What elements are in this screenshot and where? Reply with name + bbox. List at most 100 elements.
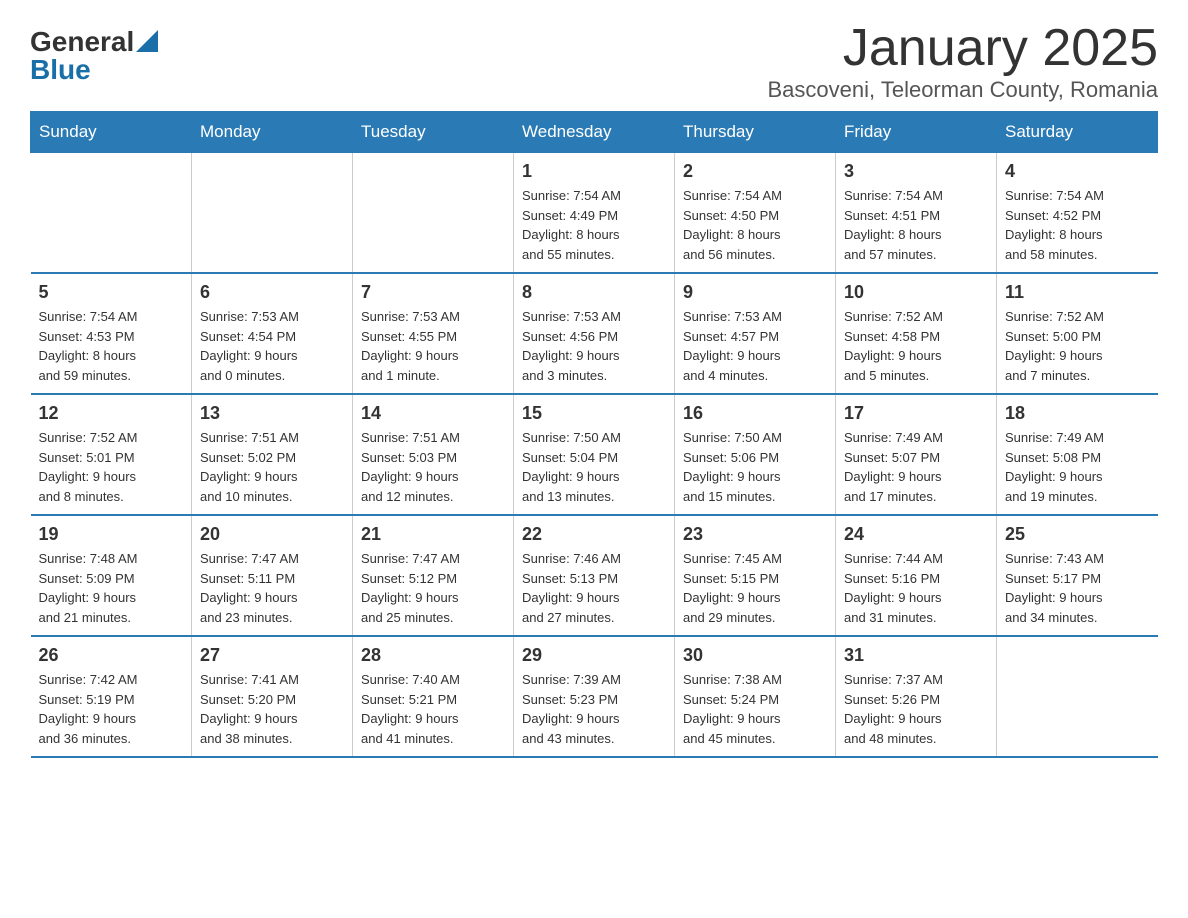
table-row: 16Sunrise: 7:50 AM Sunset: 5:06 PM Dayli… bbox=[675, 394, 836, 515]
table-row: 4 Sunrise: 7:54 AM Sunset: 4:52 PM Daylig… bbox=[997, 153, 1158, 274]
day-number: 1 bbox=[522, 161, 666, 182]
table-row: 29 Sunrise: 7:39 AM Sunset: 5:23 PM Dayli… bbox=[514, 636, 675, 757]
table-row: 5 Sunrise: 7:54 AM Sunset: 4:53 PM Daylig… bbox=[31, 273, 192, 394]
month-title: January 2025 bbox=[768, 20, 1159, 77]
table-row: 31 Sunrise: 7:37 AM Sunset: 5:26 PM Dayli… bbox=[836, 636, 997, 757]
day-number: 24 bbox=[844, 524, 988, 545]
day-info: Sunrise: 7:47 AM Sunset: 5:11 PM Dayligh… bbox=[200, 549, 344, 627]
table-row: 8 Sunrise: 7:53 AM Sunset: 4:56 PM Daylig… bbox=[514, 273, 675, 394]
table-row: 9 Sunrise: 7:53 AM Sunset: 4:57 PM Daylig… bbox=[675, 273, 836, 394]
table-row: 3 Sunrise: 7:54 AM Sunset: 4:51 PM Daylig… bbox=[836, 153, 997, 274]
day-info: Sunrise: 7:52 AM Sunset: 5:01 PM Dayligh… bbox=[39, 428, 184, 506]
table-row bbox=[31, 153, 192, 274]
day-info: Sunrise: 7:54 AM Sunset: 4:53 PM Dayligh… bbox=[39, 307, 184, 385]
day-number: 7 bbox=[361, 282, 505, 303]
day-info: Sunrise: 7:54 AM Sunset: 4:49 PM Dayligh… bbox=[522, 186, 666, 264]
table-row: 19Sunrise: 7:48 AM Sunset: 5:09 PM Dayli… bbox=[31, 515, 192, 636]
day-info: Sunrise: 7:44 AM Sunset: 5:16 PM Dayligh… bbox=[844, 549, 988, 627]
table-row: 6 Sunrise: 7:53 AM Sunset: 4:54 PM Daylig… bbox=[192, 273, 353, 394]
table-row: 30 Sunrise: 7:38 AM Sunset: 5:24 PM Dayli… bbox=[675, 636, 836, 757]
day-info: Sunrise: 7:54 AM Sunset: 4:50 PM Dayligh… bbox=[683, 186, 827, 264]
table-row: 22 Sunrise: 7:46 AM Sunset: 5:13 PM Dayli… bbox=[514, 515, 675, 636]
day-number: 6 bbox=[200, 282, 344, 303]
day-number: 9 bbox=[683, 282, 827, 303]
day-info: Sunrise: 7:37 AM Sunset: 5:26 PM Dayligh… bbox=[844, 670, 988, 748]
day-info: Sunrise: 7:42 AM Sunset: 5:19 PM Dayligh… bbox=[39, 670, 184, 748]
day-number: 26 bbox=[39, 645, 184, 666]
day-info: Sunrise: 7:47 AM Sunset: 5:12 PM Dayligh… bbox=[361, 549, 505, 627]
table-row: 1 Sunrise: 7:54 AM Sunset: 4:49 PM Daylig… bbox=[514, 153, 675, 274]
header: General Blue January 2025 Bascoveni, Tel… bbox=[30, 20, 1158, 103]
weekday-header-sunday: Sunday bbox=[31, 112, 192, 153]
calendar-week-4: 19Sunrise: 7:48 AM Sunset: 5:09 PM Dayli… bbox=[31, 515, 1158, 636]
day-number: 11 bbox=[1005, 282, 1150, 303]
calendar-header: SundayMondayTuesdayWednesdayThursdayFrid… bbox=[31, 112, 1158, 153]
day-number: 29 bbox=[522, 645, 666, 666]
day-info: Sunrise: 7:49 AM Sunset: 5:07 PM Dayligh… bbox=[844, 428, 988, 506]
day-number: 2 bbox=[683, 161, 827, 182]
day-info: Sunrise: 7:54 AM Sunset: 4:51 PM Dayligh… bbox=[844, 186, 988, 264]
day-info: Sunrise: 7:53 AM Sunset: 4:56 PM Dayligh… bbox=[522, 307, 666, 385]
day-info: Sunrise: 7:40 AM Sunset: 5:21 PM Dayligh… bbox=[361, 670, 505, 748]
day-number: 14 bbox=[361, 403, 505, 424]
day-number: 22 bbox=[522, 524, 666, 545]
day-number: 23 bbox=[683, 524, 827, 545]
table-row: 23 Sunrise: 7:45 AM Sunset: 5:15 PM Dayli… bbox=[675, 515, 836, 636]
table-row: 20 Sunrise: 7:47 AM Sunset: 5:11 PM Dayli… bbox=[192, 515, 353, 636]
day-info: Sunrise: 7:39 AM Sunset: 5:23 PM Dayligh… bbox=[522, 670, 666, 748]
day-info: Sunrise: 7:52 AM Sunset: 5:00 PM Dayligh… bbox=[1005, 307, 1150, 385]
weekday-header-thursday: Thursday bbox=[675, 112, 836, 153]
day-number: 19 bbox=[39, 524, 184, 545]
day-number: 3 bbox=[844, 161, 988, 182]
table-row bbox=[353, 153, 514, 274]
table-row: 27 Sunrise: 7:41 AM Sunset: 5:20 PM Dayli… bbox=[192, 636, 353, 757]
table-row: 11 Sunrise: 7:52 AM Sunset: 5:00 PM Dayli… bbox=[997, 273, 1158, 394]
day-info: Sunrise: 7:43 AM Sunset: 5:17 PM Dayligh… bbox=[1005, 549, 1150, 627]
day-info: Sunrise: 7:50 AM Sunset: 5:06 PM Dayligh… bbox=[683, 428, 827, 506]
table-row: 25Sunrise: 7:43 AM Sunset: 5:17 PM Dayli… bbox=[997, 515, 1158, 636]
day-info: Sunrise: 7:38 AM Sunset: 5:24 PM Dayligh… bbox=[683, 670, 827, 748]
table-row: 2 Sunrise: 7:54 AM Sunset: 4:50 PM Daylig… bbox=[675, 153, 836, 274]
calendar-table: SundayMondayTuesdayWednesdayThursdayFrid… bbox=[30, 111, 1158, 758]
day-number: 17 bbox=[844, 403, 988, 424]
table-row: 13Sunrise: 7:51 AM Sunset: 5:02 PM Dayli… bbox=[192, 394, 353, 515]
weekday-header-monday: Monday bbox=[192, 112, 353, 153]
day-number: 8 bbox=[522, 282, 666, 303]
day-number: 27 bbox=[200, 645, 344, 666]
table-row: 12 Sunrise: 7:52 AM Sunset: 5:01 PM Dayli… bbox=[31, 394, 192, 515]
day-number: 15 bbox=[522, 403, 666, 424]
calendar-week-3: 12 Sunrise: 7:52 AM Sunset: 5:01 PM Dayli… bbox=[31, 394, 1158, 515]
table-row: 14 Sunrise: 7:51 AM Sunset: 5:03 PM Dayli… bbox=[353, 394, 514, 515]
table-row: 18Sunrise: 7:49 AM Sunset: 5:08 PM Dayli… bbox=[997, 394, 1158, 515]
day-info: Sunrise: 7:53 AM Sunset: 4:54 PM Dayligh… bbox=[200, 307, 344, 385]
day-info: Sunrise: 7:54 AM Sunset: 4:52 PM Dayligh… bbox=[1005, 186, 1150, 264]
day-info: Sunrise: 7:51 AM Sunset: 5:03 PM Dayligh… bbox=[361, 428, 505, 506]
day-info: Sunrise: 7:46 AM Sunset: 5:13 PM Dayligh… bbox=[522, 549, 666, 627]
logo-triangle-icon bbox=[136, 30, 158, 52]
weekday-header-row: SundayMondayTuesdayWednesdayThursdayFrid… bbox=[31, 112, 1158, 153]
table-row: 17 Sunrise: 7:49 AM Sunset: 5:07 PM Dayli… bbox=[836, 394, 997, 515]
day-number: 4 bbox=[1005, 161, 1150, 182]
day-info: Sunrise: 7:53 AM Sunset: 4:57 PM Dayligh… bbox=[683, 307, 827, 385]
day-number: 30 bbox=[683, 645, 827, 666]
day-info: Sunrise: 7:49 AM Sunset: 5:08 PM Dayligh… bbox=[1005, 428, 1150, 506]
day-number: 31 bbox=[844, 645, 988, 666]
day-info: Sunrise: 7:52 AM Sunset: 4:58 PM Dayligh… bbox=[844, 307, 988, 385]
table-row: 7 Sunrise: 7:53 AM Sunset: 4:55 PM Daylig… bbox=[353, 273, 514, 394]
day-info: Sunrise: 7:51 AM Sunset: 5:02 PM Dayligh… bbox=[200, 428, 344, 506]
location-title: Bascoveni, Teleorman County, Romania bbox=[768, 77, 1159, 103]
table-row: 26 Sunrise: 7:42 AM Sunset: 5:19 PM Dayli… bbox=[31, 636, 192, 757]
weekday-header-saturday: Saturday bbox=[997, 112, 1158, 153]
day-info: Sunrise: 7:41 AM Sunset: 5:20 PM Dayligh… bbox=[200, 670, 344, 748]
day-info: Sunrise: 7:53 AM Sunset: 4:55 PM Dayligh… bbox=[361, 307, 505, 385]
calendar-week-2: 5 Sunrise: 7:54 AM Sunset: 4:53 PM Daylig… bbox=[31, 273, 1158, 394]
day-info: Sunrise: 7:50 AM Sunset: 5:04 PM Dayligh… bbox=[522, 428, 666, 506]
table-row: 28Sunrise: 7:40 AM Sunset: 5:21 PM Dayli… bbox=[353, 636, 514, 757]
day-number: 12 bbox=[39, 403, 184, 424]
day-number: 20 bbox=[200, 524, 344, 545]
day-number: 21 bbox=[361, 524, 505, 545]
day-info: Sunrise: 7:45 AM Sunset: 5:15 PM Dayligh… bbox=[683, 549, 827, 627]
day-number: 5 bbox=[39, 282, 184, 303]
calendar-week-5: 26 Sunrise: 7:42 AM Sunset: 5:19 PM Dayli… bbox=[31, 636, 1158, 757]
table-row: 15 Sunrise: 7:50 AM Sunset: 5:04 PM Dayli… bbox=[514, 394, 675, 515]
